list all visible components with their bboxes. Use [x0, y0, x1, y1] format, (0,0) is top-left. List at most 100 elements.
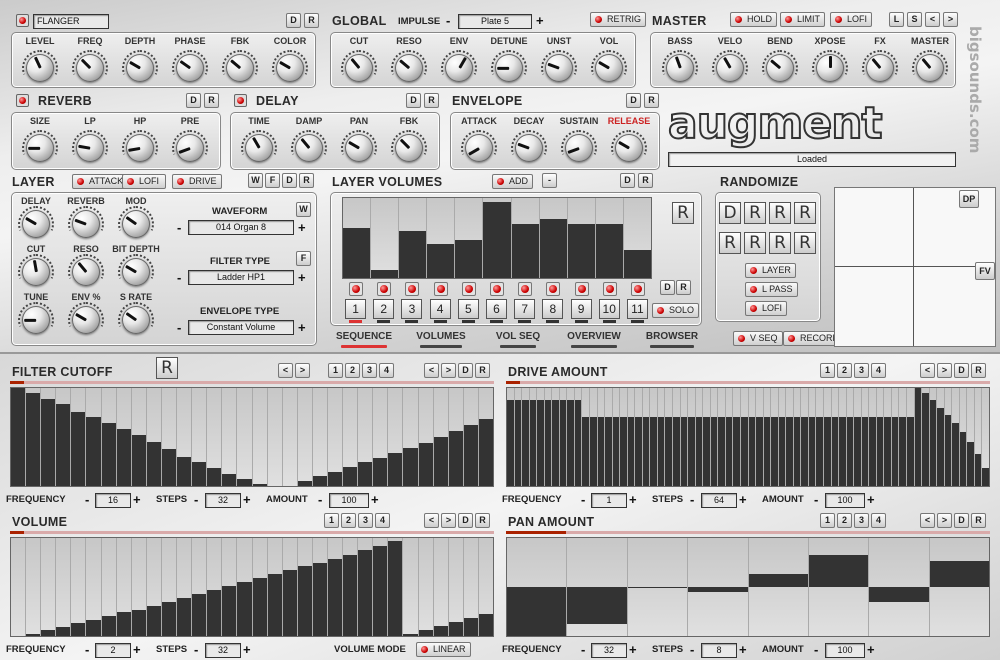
volume-step[interactable] — [373, 538, 389, 636]
pan-step[interactable] — [929, 538, 989, 636]
volume-step[interactable] — [237, 538, 253, 636]
volume-steps-field[interactable]: 32 — [205, 643, 241, 658]
effect-power-led[interactable] — [16, 14, 29, 27]
pan-amount-inc[interactable]: + — [867, 643, 875, 656]
layer-mute-led[interactable] — [518, 282, 533, 296]
delay-fbk-knob[interactable] — [395, 134, 423, 162]
drive-step[interactable] — [567, 388, 575, 486]
layer-select-button[interactable]: 10 — [598, 299, 620, 323]
layer-volume-column[interactable] — [455, 198, 484, 278]
volume-mode-toggle[interactable]: LINEAR — [416, 642, 471, 657]
drive-page-1-button[interactable]: 1 — [820, 363, 835, 378]
volume-step[interactable] — [343, 538, 359, 636]
drive-step[interactable] — [944, 388, 953, 486]
filter-type-field[interactable]: Ladder HP1 — [188, 270, 294, 285]
volume-step[interactable] — [358, 538, 374, 636]
master-bass-knob[interactable] — [666, 54, 694, 82]
tab-sequence[interactable]: SEQUENCE — [335, 331, 393, 348]
drive-amount-inc[interactable]: + — [867, 493, 875, 506]
drive-nav-button[interactable]: < — [920, 363, 935, 378]
filter-step[interactable] — [207, 388, 223, 486]
limit-toggle[interactable]: LIMIT — [780, 12, 826, 27]
filter-step[interactable] — [297, 388, 313, 486]
filter-step[interactable] — [403, 388, 419, 486]
xy-pad[interactable]: DP FV — [834, 187, 996, 347]
filter-page-1-button[interactable]: 1 — [328, 363, 343, 378]
filter-steps-inc[interactable]: + — [243, 493, 251, 506]
drive-frequency-field[interactable]: 1 — [591, 493, 627, 508]
layer-select-button[interactable]: 6 — [486, 299, 507, 323]
drive-step[interactable] — [552, 388, 560, 486]
hold-toggle[interactable]: HOLD — [730, 12, 778, 27]
drive-frequency-inc[interactable]: + — [629, 493, 637, 506]
global-vol-knob[interactable] — [595, 54, 623, 82]
master-next-button[interactable]: > — [943, 12, 958, 27]
tab-overview[interactable]: OVERVIEW — [565, 331, 623, 348]
layer-delay-knob[interactable] — [22, 210, 50, 238]
layer-volume-column[interactable] — [511, 198, 540, 278]
randomize-lpass-toggle[interactable]: L PASS — [745, 282, 798, 297]
layer-select-button[interactable]: 4 — [429, 299, 451, 323]
drive-page-2-button[interactable]: 2 — [837, 363, 852, 378]
global-cut-knob[interactable] — [345, 54, 373, 82]
layer-mute-led[interactable] — [433, 282, 448, 296]
tab-browser[interactable]: BROWSER — [645, 331, 699, 348]
volume-step[interactable] — [56, 538, 72, 636]
drive-amount-field[interactable]: 100 — [825, 493, 865, 508]
drive-step[interactable] — [650, 388, 658, 486]
drive-step[interactable] — [529, 388, 538, 486]
volume-nav-button[interactable]: D — [458, 513, 473, 528]
drive-step[interactable] — [642, 388, 651, 486]
layer-volume-column[interactable] — [343, 198, 372, 278]
envelope-type-next[interactable]: + — [298, 321, 306, 334]
drive-amount-dec[interactable]: - — [814, 493, 818, 506]
filter-randomize-button[interactable]: R — [156, 357, 178, 379]
volume-step[interactable] — [252, 538, 268, 636]
filter-type-prev[interactable]: - — [177, 271, 181, 284]
filter-step[interactable] — [41, 388, 57, 486]
volume-page-3-button[interactable]: 3 — [358, 513, 373, 528]
delay-damp-knob[interactable] — [295, 134, 323, 162]
layer-select-button[interactable]: 9 — [570, 299, 592, 323]
filter-step[interactable] — [101, 388, 117, 486]
layer-volumes-r-button[interactable]: R — [638, 173, 653, 188]
layer-select-button[interactable]: 1 — [345, 299, 367, 323]
filter-nav-button[interactable]: < — [424, 363, 439, 378]
layer-row-r-button[interactable]: R — [676, 280, 691, 295]
filter-amount-dec[interactable]: - — [318, 493, 322, 506]
layer-volume-column[interactable] — [483, 198, 512, 278]
drive-step[interactable] — [718, 388, 726, 486]
volume-step[interactable] — [86, 538, 102, 636]
layer-mute-led[interactable] — [546, 282, 561, 296]
drive-nav-button[interactable]: > — [937, 363, 952, 378]
filter-step-grid[interactable] — [10, 387, 494, 487]
drive-step-grid[interactable] — [506, 387, 990, 487]
delay-power-led[interactable] — [234, 94, 247, 107]
delay-pan-knob[interactable] — [345, 134, 373, 162]
layer-mute-led[interactable] — [349, 282, 364, 296]
layer-attack-toggle[interactable]: ATTACK — [72, 174, 129, 189]
drive-step[interactable] — [695, 388, 704, 486]
layer-mute-led[interactable] — [630, 282, 645, 296]
drive-step[interactable] — [582, 388, 591, 486]
pan-step[interactable] — [808, 538, 870, 636]
envelope-type-prev[interactable]: - — [177, 321, 181, 334]
layer-drive-toggle[interactable]: DRIVE — [172, 174, 222, 189]
pan-page-1-button[interactable]: 1 — [820, 513, 835, 528]
reverb-power-led[interactable] — [16, 94, 29, 107]
volume-step[interactable] — [131, 538, 147, 636]
drive-step[interactable] — [612, 388, 621, 486]
drive-step[interactable] — [597, 388, 606, 486]
layer-cut-knob[interactable] — [22, 258, 50, 286]
effect-type-field[interactable]: FLANGER — [33, 14, 109, 29]
drive-step[interactable] — [959, 388, 968, 486]
fv-button[interactable]: FV — [975, 262, 995, 280]
volume-step[interactable] — [192, 538, 208, 636]
layer-mute-led[interactable] — [574, 282, 589, 296]
global-env-knob[interactable] — [445, 54, 473, 82]
volume-frequency-field[interactable]: 2 — [95, 643, 131, 658]
drive-step[interactable] — [544, 388, 553, 486]
drive-step[interactable] — [982, 388, 989, 486]
volume-step[interactable] — [433, 538, 449, 636]
master-l-button[interactable]: L — [889, 12, 904, 27]
